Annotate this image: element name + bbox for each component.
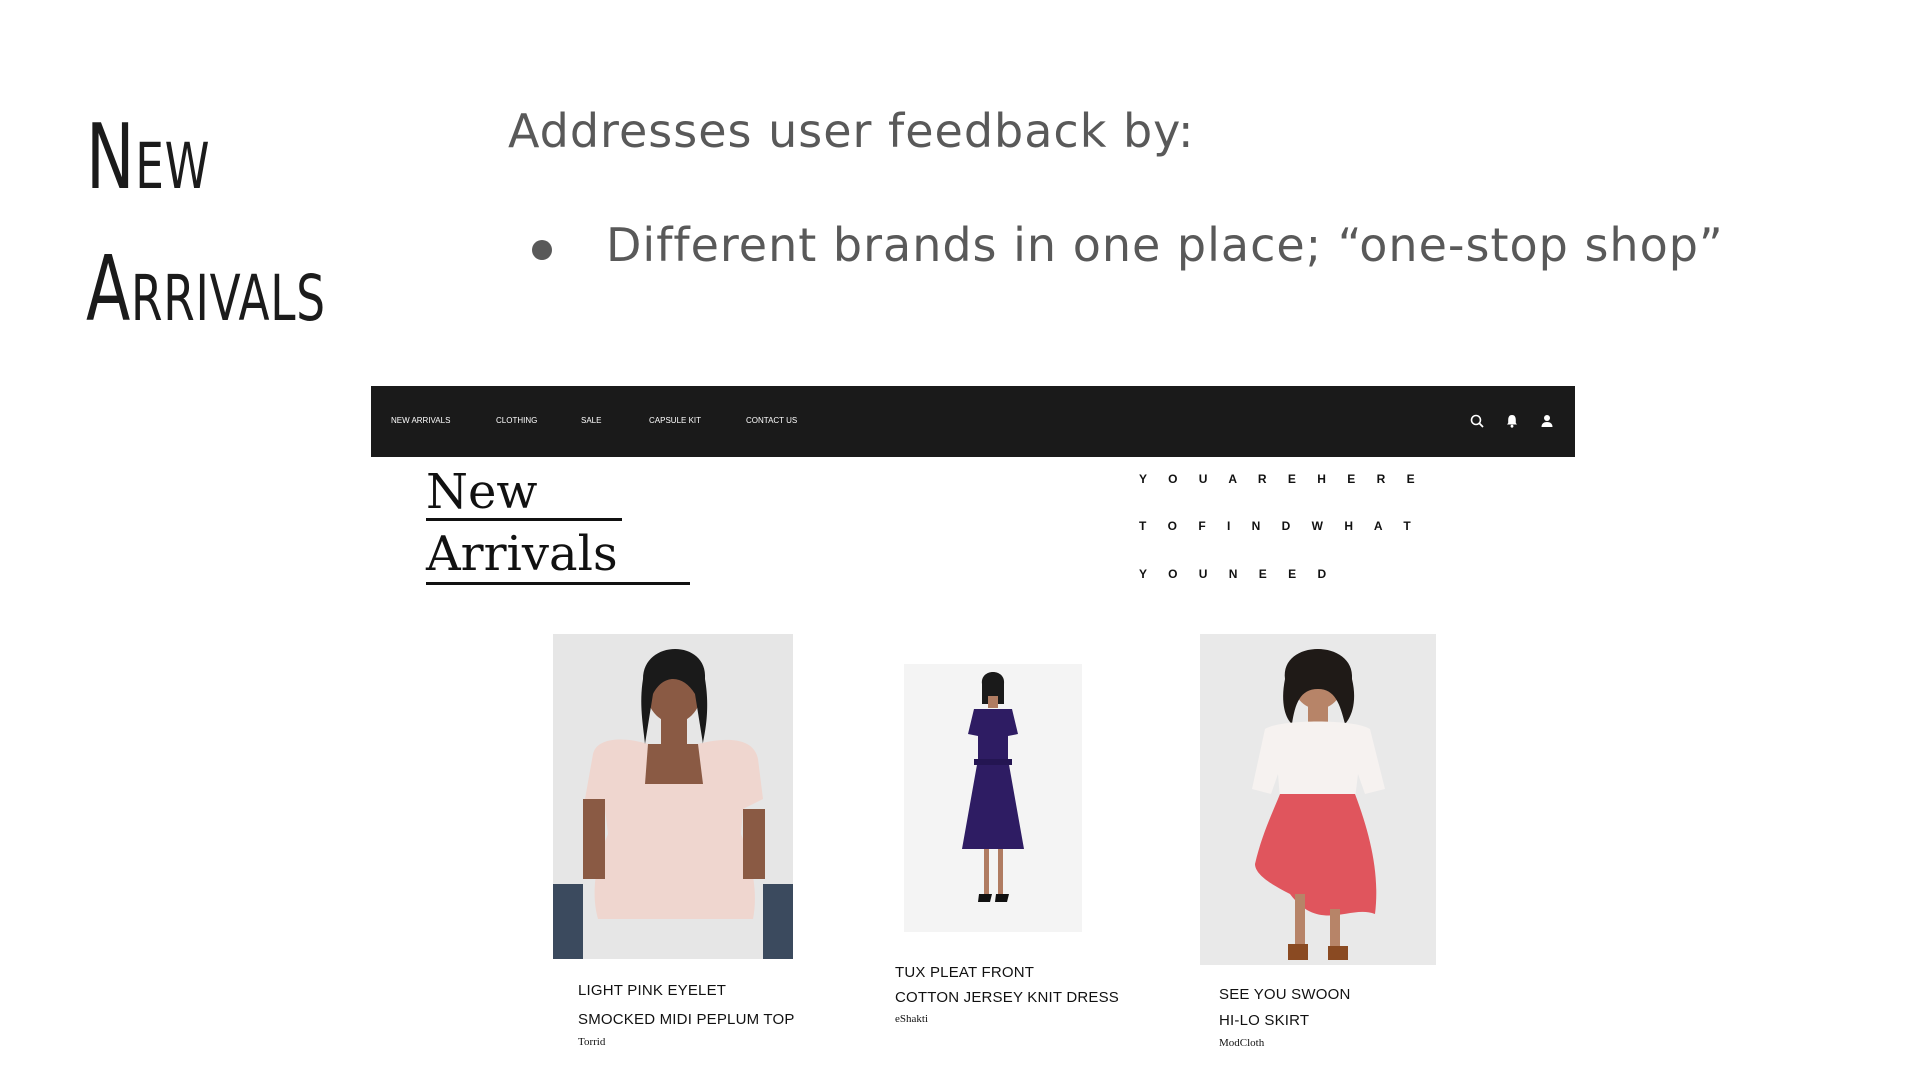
tagline-line-1: Y O U A R E H E R E <box>1139 471 1459 490</box>
bell-icon[interactable] <box>1504 413 1520 429</box>
product-2-name-line-2[interactable]: COTTON JERSEY KNIT DRESS <box>895 989 1119 1006</box>
heading-underline-1 <box>426 518 622 521</box>
svg-text:Y O U A R E H E R E: Y O U A R E H E R E <box>1139 472 1424 486</box>
slide-title-line-2: Arrivals <box>86 237 326 342</box>
product-3-brand: ModCloth <box>1219 1037 1265 1049</box>
website-screenshot: NEW ARRIVALS CLOTHING SALE CAPSULE KIT C… <box>371 386 1575 1066</box>
product-1-name-line-2[interactable]: SMOCKED MIDI PEPLUM TOP <box>578 1011 795 1028</box>
bullet-text: Different brands in one place; “one-stop… <box>606 218 1724 272</box>
tagline-text-3: Y O U N E E D <box>1139 567 1335 581</box>
user-icon[interactable] <box>1539 413 1555 429</box>
feedback-heading: Addresses user feedback by: <box>508 104 1195 158</box>
svg-text:T O F I N D W H A T: T O F I N D W H A T <box>1139 519 1420 533</box>
product-3-name-line-2[interactable]: HI-LO SKIRT <box>1219 1012 1309 1029</box>
product-2-brand: eShakti <box>895 1013 928 1025</box>
slide-title: New Arrivals <box>86 92 326 356</box>
product-1-name-line-1[interactable]: LIGHT PINK EYELET <box>578 982 726 999</box>
bullet-dot <box>532 240 552 260</box>
tagline-text-1: Y O U A R E H E R E <box>1139 472 1424 486</box>
svg-text:Y O U N E E D: Y O U N E E D <box>1139 567 1335 581</box>
product-1-brand: Torrid <box>578 1036 606 1048</box>
search-icon[interactable] <box>1469 413 1485 429</box>
nav-contact-us[interactable]: CONTACT US <box>746 416 797 425</box>
heading-underline-2 <box>426 582 690 585</box>
navbar: NEW ARRIVALS CLOTHING SALE CAPSULE KIT C… <box>371 386 1575 457</box>
nav-new-arrivals[interactable]: NEW ARRIVALS <box>391 416 450 425</box>
nav-capsule-kit[interactable]: CAPSULE KIT <box>649 416 701 425</box>
product-image-hilo-skirt[interactable] <box>1200 634 1436 965</box>
slide-title-line-1: New <box>86 105 211 210</box>
product-3-name-line-1[interactable]: SEE YOU SWOON <box>1219 986 1351 1003</box>
product-image-peplum-top[interactable] <box>553 634 793 959</box>
tagline-line-2: T O F I N D W H A T <box>1139 518 1459 537</box>
nav-sale[interactable]: SALE <box>581 416 601 425</box>
page-heading-line-1: New <box>426 464 538 520</box>
tagline-text-2: T O F I N D W H A T <box>1139 519 1420 533</box>
product-image-jersey-dress[interactable] <box>904 664 1082 932</box>
page-heading-line-2: Arrivals <box>426 526 618 582</box>
nav-clothing[interactable]: CLOTHING <box>496 416 537 425</box>
tagline-line-3: Y O U N E E D <box>1139 566 1459 585</box>
product-2-name-line-1[interactable]: TUX PLEAT FRONT <box>895 964 1034 981</box>
